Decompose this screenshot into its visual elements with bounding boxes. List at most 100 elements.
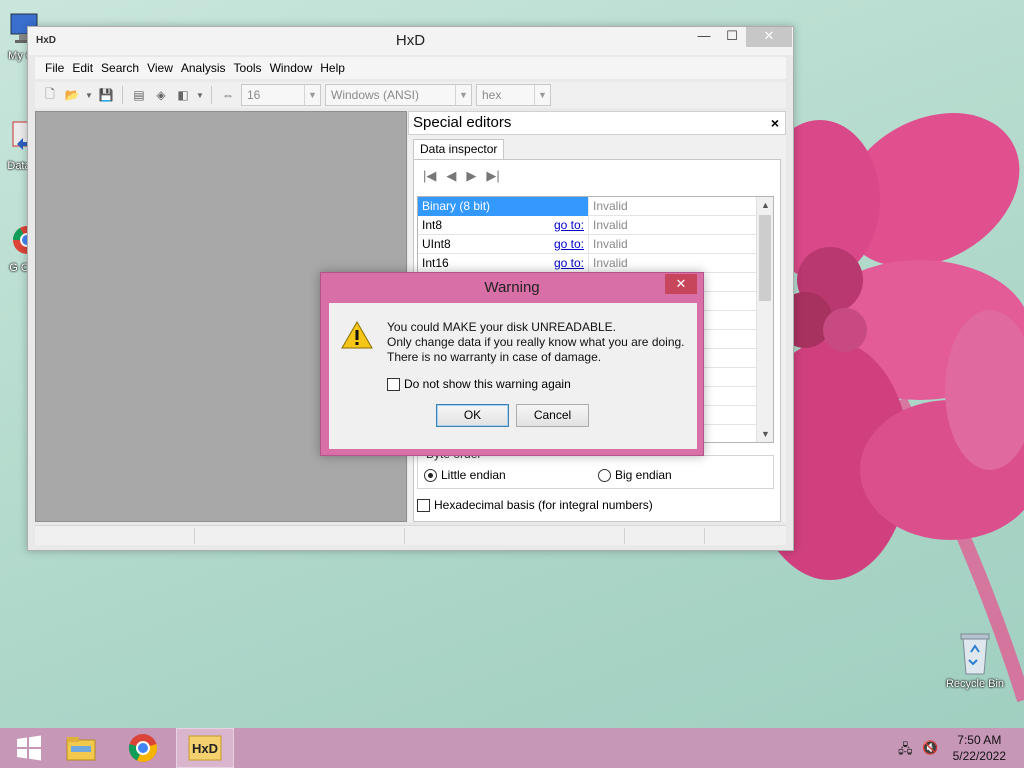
taskbar-hxd[interactable]: HxD [176,728,234,768]
menu-window[interactable]: Window [266,61,317,75]
radio-selected-icon [424,468,437,482]
menu-edit[interactable]: Edit [68,61,97,75]
maximize-button[interactable]: ☐ [718,27,746,47]
charset-value: Windows (ANSI) [331,88,420,102]
new-file-icon[interactable]: 🗋 [41,86,59,104]
inspector-nav: |◀ ◀ ▶ ▶| [423,168,500,184]
open-file-icon[interactable]: 📂 [63,86,81,104]
disk-image-dropdown-icon[interactable]: ▼ [196,86,204,104]
toolbar: 🗋 📂 ▼ 💾 ▤ ◈ ◧ ▼ ⇔ 16 ▼ Windows (ANSI) ▼ … [35,82,786,108]
chrome-icon [128,734,158,762]
windows-logo-icon [17,735,41,761]
desktop-icon-label: Recycle Bin [945,678,1005,690]
start-button[interactable] [0,728,58,768]
menu-view[interactable]: View [143,61,177,75]
bytes-per-row-select[interactable]: 16 ▼ [241,84,321,106]
previous-icon[interactable]: ◀ [446,168,456,184]
status-cell [625,528,705,544]
status-bar [35,525,786,545]
window-title: HxD [395,32,426,49]
save-icon[interactable]: 💾 [97,86,115,104]
menu-file[interactable]: File [41,61,68,75]
cancel-button[interactable]: Cancel [516,404,589,427]
menu-search[interactable]: Search [97,61,143,75]
dialog-titlebar[interactable]: Warning ✕ [321,273,703,301]
next-icon[interactable]: ▶ [466,168,476,184]
status-cell [35,528,195,544]
goto-link[interactable]: go to: [554,254,584,273]
table-row[interactable]: Int8 go to: Invalid [418,215,773,235]
warning-dialog: Warning ✕ You could MAKE your disk UNREA… [320,272,704,456]
row-value: Invalid [593,256,628,270]
little-endian-radio[interactable]: Little endian [424,468,506,482]
columns-icon: ⇔ [222,88,234,102]
window-titlebar[interactable]: HxD HxD — ☐ ✕ [28,27,793,55]
dialog-message: You could MAKE your disk UNREADABLE. Onl… [387,320,685,365]
charset-select[interactable]: Windows (ANSI) ▼ [325,84,472,106]
network-icon[interactable]: 🖧 [898,740,913,762]
dont-show-again-checkbox[interactable]: Do not show this warning again [387,377,571,391]
goto-link[interactable]: go to: [554,216,584,235]
first-icon[interactable]: |◀ [423,168,436,184]
close-button[interactable]: ✕ [746,27,792,47]
chevron-up-icon[interactable]: ▲ [757,200,774,210]
taskbar-file-explorer[interactable] [52,728,110,768]
checkbox-box [387,377,400,391]
minimize-button[interactable]: — [690,27,718,47]
dont-show-again-label: Do not show this warning again [404,377,571,391]
desktop-icon-label: G C [9,262,29,274]
scrollbar-thumb[interactable] [759,215,771,301]
big-endian-radio[interactable]: Big endian [598,468,672,482]
close-panel-icon[interactable]: × [771,112,779,134]
status-cell [405,528,625,544]
speaker-muted-icon[interactable]: 🔇 [922,740,938,756]
toolbar-separator [211,86,212,104]
goto-link[interactable]: go to: [554,235,584,254]
clock-time: 7:50 AM [957,733,1002,747]
disk-image-icon[interactable]: ◧ [174,86,192,104]
offset-base-value: hex [482,88,502,102]
menu-help[interactable]: Help [316,61,349,75]
ok-button[interactable]: OK [436,404,509,427]
row-value: Invalid [593,199,628,213]
open-ram-icon[interactable]: ◈ [152,86,170,104]
special-editors-title: Special editors [413,114,512,131]
dialog-title: Warning [484,279,540,296]
dialog-body: You could MAKE your disk UNREADABLE. Onl… [329,303,697,449]
message-line: Only change data if you really know what… [387,335,685,349]
desktop-icon-recycle-bin[interactable]: Recycle Bin [940,630,1010,690]
open-dropdown-icon[interactable]: ▼ [85,86,93,104]
chevron-down-icon[interactable]: ▼ [757,429,774,439]
offset-base-select[interactable]: hex ▼ [476,84,551,106]
vertical-scrollbar[interactable]: ▲ ▼ [756,197,773,442]
last-icon[interactable]: ▶| [486,168,499,184]
hxd-icon: HxD [188,735,222,761]
row-name: Binary (8 bit) [422,198,491,213]
big-endian-label: Big endian [615,468,672,482]
menu-bar: File Edit Search View Analysis Tools Win… [35,57,786,79]
folder-icon [66,737,96,761]
bytes-per-row-value: 16 [247,88,261,102]
row-value: Invalid [593,237,628,251]
open-disk-icon[interactable]: ▤ [130,86,148,104]
hex-basis-checkbox[interactable]: Hexadecimal basis (for integral numbers) [417,498,653,512]
row-value: Invalid [593,218,628,232]
byte-order-group: Byte order Little endian Big endian [417,447,774,489]
message-line: There is no warranty in case of damage. [387,350,602,364]
menu-analysis[interactable]: Analysis [177,61,230,75]
table-row[interactable]: UInt8 go to: Invalid [418,234,773,254]
warning-icon [341,321,373,349]
taskbar-chrome[interactable] [114,728,172,768]
radio-unselected-icon [598,468,611,482]
hex-basis-label: Hexadecimal basis (for integral numbers) [434,498,653,512]
row-name: Int16 [422,255,449,270]
dialog-close-button[interactable]: ✕ [665,274,697,294]
special-editors-header: Special editors × [408,111,786,135]
chevron-down-icon: ▼ [455,85,471,105]
clock-date: 5/22/2022 [952,749,1006,763]
table-row[interactable]: Int16 go to: Invalid [418,253,773,273]
tab-data-inspector[interactable]: Data inspector [413,139,505,160]
menu-tools[interactable]: Tools [230,61,266,75]
clock[interactable]: 7:50 AM 5/22/2022 [953,732,1006,764]
table-row[interactable]: Binary (8 bit) Invalid [418,196,773,216]
